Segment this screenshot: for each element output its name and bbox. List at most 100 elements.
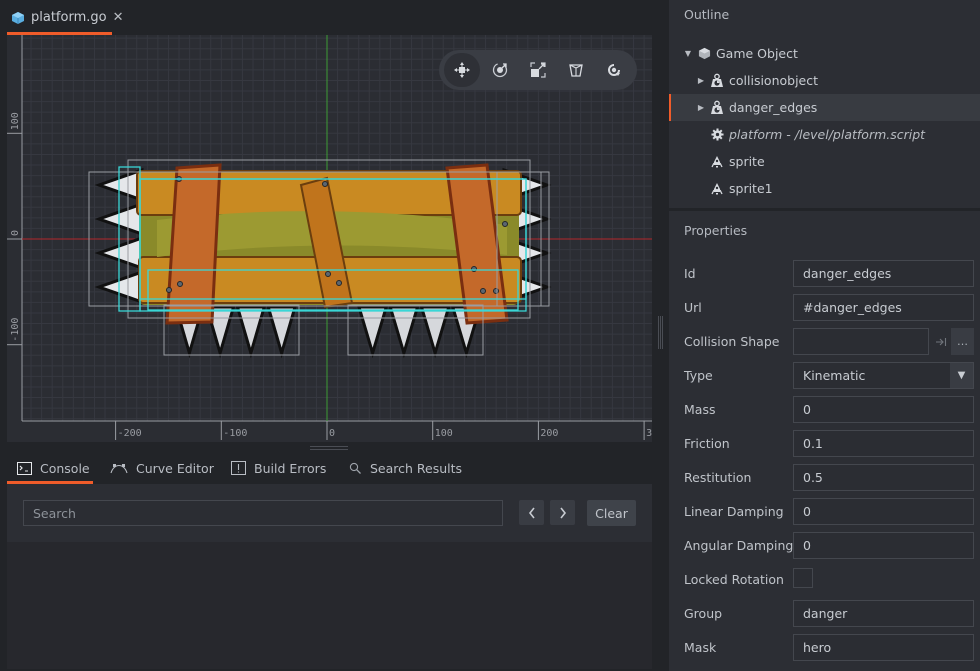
tab-search-results[interactable]: Search Results — [349, 452, 462, 484]
property-label: Collision Shape — [684, 334, 780, 349]
outline-item-danger-edges[interactable]: ▶ danger_edges — [669, 94, 980, 121]
nail — [177, 281, 183, 287]
outline-item-label: Game Object — [716, 46, 798, 61]
goto-resource-button[interactable] — [930, 328, 952, 355]
nail — [493, 288, 499, 294]
chevron-right-icon — [559, 507, 566, 518]
scale-tool-button[interactable] — [520, 53, 556, 87]
scene-canvas[interactable]: -200-1000100200301000-100 — [7, 35, 652, 442]
outline-item-label: sprite — [729, 154, 765, 169]
console-search-input[interactable] — [23, 500, 503, 526]
properties-title: Properties — [684, 223, 748, 238]
mask-field[interactable] — [793, 634, 974, 661]
close-tab-icon[interactable]: ✕ — [113, 10, 124, 25]
perspective-icon — [569, 64, 583, 77]
script-gear-icon — [710, 128, 724, 142]
rotate-tool-button[interactable] — [482, 53, 518, 87]
tab-console[interactable]: Console — [17, 452, 90, 484]
linear-damping-field[interactable] — [793, 498, 974, 525]
x-tick-label: -100 — [223, 428, 247, 439]
collapse-arrow-icon[interactable]: ▶ — [696, 103, 706, 112]
property-label: Angular Damping — [684, 538, 794, 553]
property-label: Restitution — [684, 470, 752, 485]
goto-resource-icon — [936, 337, 947, 346]
tab-title: platform.go — [31, 10, 107, 25]
angular-damping-field[interactable] — [793, 532, 974, 559]
property-label: Mass — [684, 402, 716, 417]
outline-item-sprite[interactable]: sprite — [669, 148, 980, 175]
horizontal-splitter-handle[interactable] — [310, 446, 348, 450]
property-linear-damping: Linear Damping — [669, 496, 980, 530]
chevron-down-icon[interactable]: ▼ — [950, 363, 973, 388]
outline-item-label: danger_edges — [729, 100, 818, 115]
x-tick-label: 200 — [540, 428, 558, 439]
clear-console-button[interactable]: Clear — [587, 500, 636, 526]
collision-weight-icon — [710, 73, 724, 88]
property-label: Id — [684, 266, 696, 281]
nail — [471, 266, 477, 272]
x-tick-label: -200 — [118, 428, 142, 439]
spike-bottom — [266, 305, 297, 359]
nail — [166, 287, 172, 293]
console-output[interactable] — [7, 542, 652, 669]
chevron-left-icon — [528, 507, 535, 518]
property-angular-damping: Angular Damping — [669, 530, 980, 564]
group-field[interactable] — [793, 600, 974, 627]
gameobject-cube-icon — [11, 11, 25, 25]
move-icon — [454, 62, 470, 78]
property-group: Group — [669, 598, 980, 632]
sprite-icon — [710, 182, 724, 196]
outline-item-label: platform - /level/platform.script — [729, 127, 926, 142]
tab-platform-go[interactable]: platform.go ✕ — [7, 0, 123, 35]
x-tick-label: 0 — [329, 428, 335, 439]
type-select[interactable]: Kinematic ▼ — [793, 362, 974, 389]
console-toolbar: Clear — [7, 484, 652, 542]
collision-shape-field[interactable] — [793, 328, 929, 355]
property-label: Type — [684, 368, 713, 383]
scene-viewport[interactable]: -200-1000100200301000-100 — [7, 35, 652, 442]
nail — [480, 288, 486, 294]
restitution-field[interactable] — [793, 464, 974, 491]
friction-field[interactable] — [793, 430, 974, 457]
search-next-button[interactable] — [550, 500, 575, 525]
outline-panel: Outline ▼ Game Object ▶ collisionobject … — [669, 0, 980, 208]
outline-item-collisionobject[interactable]: ▶ collisionobject — [669, 67, 980, 94]
tab-console-label: Console — [40, 460, 90, 476]
browse-resource-button[interactable]: … — [951, 328, 974, 355]
reset-camera-tool-button[interactable] — [596, 53, 632, 87]
tab-build-errors-label: Build Errors — [254, 460, 327, 476]
gameobject-cube-icon — [697, 47, 711, 61]
outline-item-sprite1[interactable]: sprite1 — [669, 175, 980, 202]
rotate-icon — [492, 62, 508, 78]
mass-field[interactable] — [793, 396, 974, 423]
expand-arrow-icon[interactable]: ▼ — [683, 49, 693, 58]
property-label: Mask — [684, 640, 717, 655]
outline-item-game-object[interactable]: ▼ Game Object — [669, 40, 980, 67]
bottom-panel-tabs: Console Curve Editor Build Errors Search… — [7, 452, 652, 484]
splitter-grip[interactable] — [658, 316, 663, 349]
scale-icon — [530, 62, 546, 78]
search-prev-button[interactable] — [519, 500, 544, 525]
url-field[interactable] — [793, 294, 974, 321]
property-label: Linear Damping — [684, 504, 784, 519]
vertical-splitter[interactable] — [652, 0, 669, 671]
id-field[interactable] — [793, 260, 974, 287]
tab-build-errors[interactable]: Build Errors — [231, 452, 326, 484]
collapse-arrow-icon[interactable]: ▶ — [696, 76, 706, 85]
editor-area: platform.go ✕ -200-1000100200301000-100 — [0, 0, 660, 671]
property-label: Url — [684, 300, 702, 315]
locked-rotation-checkbox[interactable] — [793, 568, 813, 588]
property-id: Id — [669, 258, 980, 292]
nail — [502, 221, 508, 227]
move-tool-button[interactable] — [444, 53, 480, 87]
collision-weight-icon — [710, 100, 724, 115]
property-label: Group — [684, 606, 723, 621]
outline-item-platform-script[interactable]: platform - /level/platform.script — [669, 121, 980, 148]
outline-title: Outline — [684, 7, 730, 22]
y-tick-label: -100 — [10, 318, 21, 342]
tab-curve-editor[interactable]: Curve Editor — [110, 452, 214, 484]
reset-camera-icon — [608, 64, 620, 76]
outline-item-label: sprite1 — [729, 181, 773, 196]
perspective-tool-button[interactable] — [558, 53, 594, 87]
x-tick-label: 100 — [435, 428, 453, 439]
